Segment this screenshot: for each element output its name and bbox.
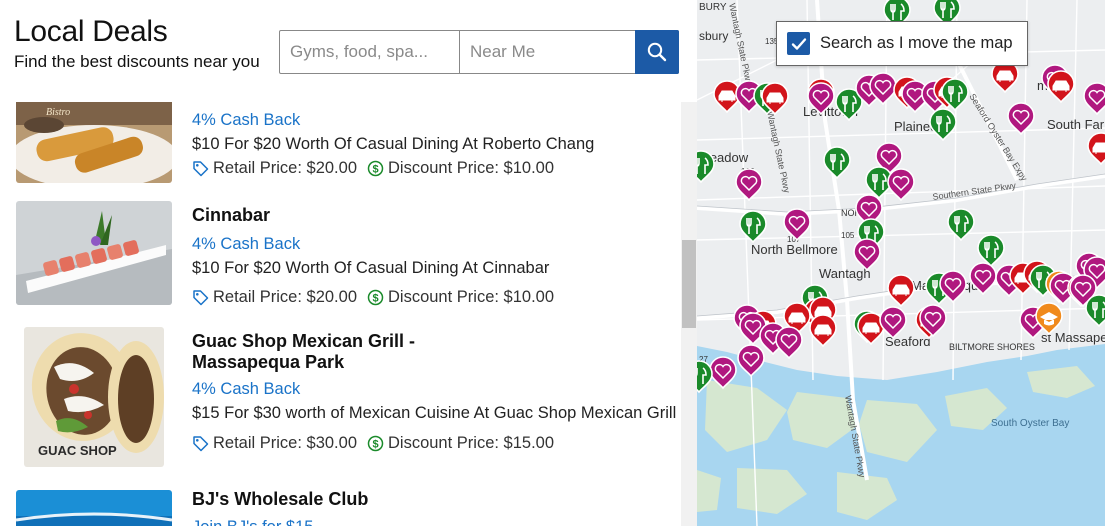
discount-price: Discount Price: $15.00 — [388, 434, 555, 452]
retail-price: Retail Price: $20.00 — [213, 288, 357, 306]
deals-list: Bistro 4% Cash Back $10 For $20 Worth Of… — [0, 102, 681, 526]
map-label-sbury: sbury — [699, 29, 728, 43]
svg-text:$: $ — [372, 439, 378, 451]
map-route-105: 105 — [841, 231, 855, 240]
svg-text:Bistro: Bistro — [46, 107, 70, 118]
header: Local Deals Find the best discounts near… — [0, 0, 697, 102]
map-label-biltmore-shores: BILTMORE SHORES — [949, 342, 1035, 352]
map-label-south-oyster-bay: South Oyster Bay — [991, 418, 1069, 429]
map-canvas[interactable]: BURY sbury Levittown Plainedge South Far… — [697, 0, 1105, 526]
cash-back-label: 4% Cash Back — [192, 380, 301, 398]
page-subtitle: Find the best discounts near you — [14, 52, 260, 71]
price-tag-icon — [193, 161, 209, 177]
svg-text:$: $ — [372, 293, 378, 305]
price-tag-icon — [193, 290, 209, 306]
page-title: Local Deals — [14, 15, 168, 48]
discount-price: Discount Price: $10.00 — [388, 159, 555, 177]
search-button[interactable] — [635, 30, 679, 74]
deal-title-line2: Massapequa Park — [192, 352, 345, 372]
deal-card[interactable]: Cinnabar 4% Cash Back $10 For $20 Worth … — [0, 200, 681, 310]
deal-card[interactable]: Bistro 4% Cash Back $10 For $20 Worth Of… — [0, 102, 681, 190]
deal-title-line1: Guac Shop Mexican Grill - — [192, 331, 416, 351]
deal-image — [16, 490, 172, 526]
discount-price: Discount Price: $10.00 — [388, 288, 555, 306]
deal-title[interactable]: BJ's Wholesale Club — [192, 489, 368, 510]
deal-card[interactable]: BJ's Wholesale Club Join BJ's for $15 — [0, 488, 681, 526]
deal-image: Bistro — [16, 102, 172, 183]
cash-back-label: Join BJ's for $15 — [192, 518, 313, 526]
svg-text:GUAC SHOP: GUAC SHOP — [38, 443, 117, 458]
search-as-map-moves-toggle[interactable]: Search as I move the map — [776, 21, 1028, 66]
deal-card[interactable]: GUAC SHOP Guac Shop Mexican Grill - Mass… — [0, 326, 681, 471]
search-bar — [279, 30, 679, 74]
keyword-search-input[interactable] — [280, 31, 460, 73]
cash-back-label: 4% Cash Back — [192, 235, 301, 253]
search-as-map-moves-label: Search as I move the map — [820, 34, 1013, 52]
deal-title[interactable]: Cinnabar — [192, 205, 270, 226]
deal-image — [16, 201, 172, 305]
deal-prices: Retail Price: $30.00 $ Discount Price: $… — [192, 434, 554, 453]
map-label-bury: BURY — [699, 2, 727, 13]
deal-prices: Retail Price: $20.00 $ Discount Price: $… — [192, 288, 554, 307]
deals-map[interactable]: BURY sbury Levittown Plainedge South Far… — [697, 0, 1105, 526]
discount-dollar-icon: $ — [367, 289, 384, 306]
discount-dollar-icon: $ — [367, 160, 384, 177]
price-tag-icon — [193, 436, 209, 452]
retail-price: Retail Price: $30.00 — [213, 434, 357, 452]
deal-image: GUAC SHOP — [24, 327, 164, 467]
deal-offer: $15 For $30 worth of Mexican Cuisine At … — [192, 404, 677, 422]
svg-text:$: $ — [372, 164, 378, 176]
map-label-south-farmingdale: South Farmingdale — [1047, 117, 1105, 132]
cash-back-label: 4% Cash Back — [192, 111, 301, 129]
retail-price: Retail Price: $20.00 — [213, 159, 357, 177]
search-as-map-moves-checkbox[interactable] — [787, 32, 810, 55]
location-input[interactable] — [460, 31, 635, 73]
map-label-north-bellmore: North Bellmore — [751, 242, 838, 257]
search-icon — [647, 42, 667, 62]
map-label-wantagh: Wantagh — [819, 266, 871, 281]
deal-offer: $10 For $20 Worth Of Casual Dining At Ro… — [192, 135, 595, 153]
deal-title[interactable]: Guac Shop Mexican Grill - Massapequa Par… — [192, 331, 415, 373]
deal-offer: $10 For $20 Worth Of Casual Dining At Ci… — [192, 259, 550, 277]
local-deals-app: Local Deals Find the best discounts near… — [0, 0, 1105, 526]
deal-prices: Retail Price: $20.00 $ Discount Price: $… — [192, 159, 554, 178]
discount-dollar-icon: $ — [367, 435, 384, 452]
scrollbar-thumb[interactable] — [682, 240, 696, 328]
checkmark-icon — [791, 37, 806, 50]
